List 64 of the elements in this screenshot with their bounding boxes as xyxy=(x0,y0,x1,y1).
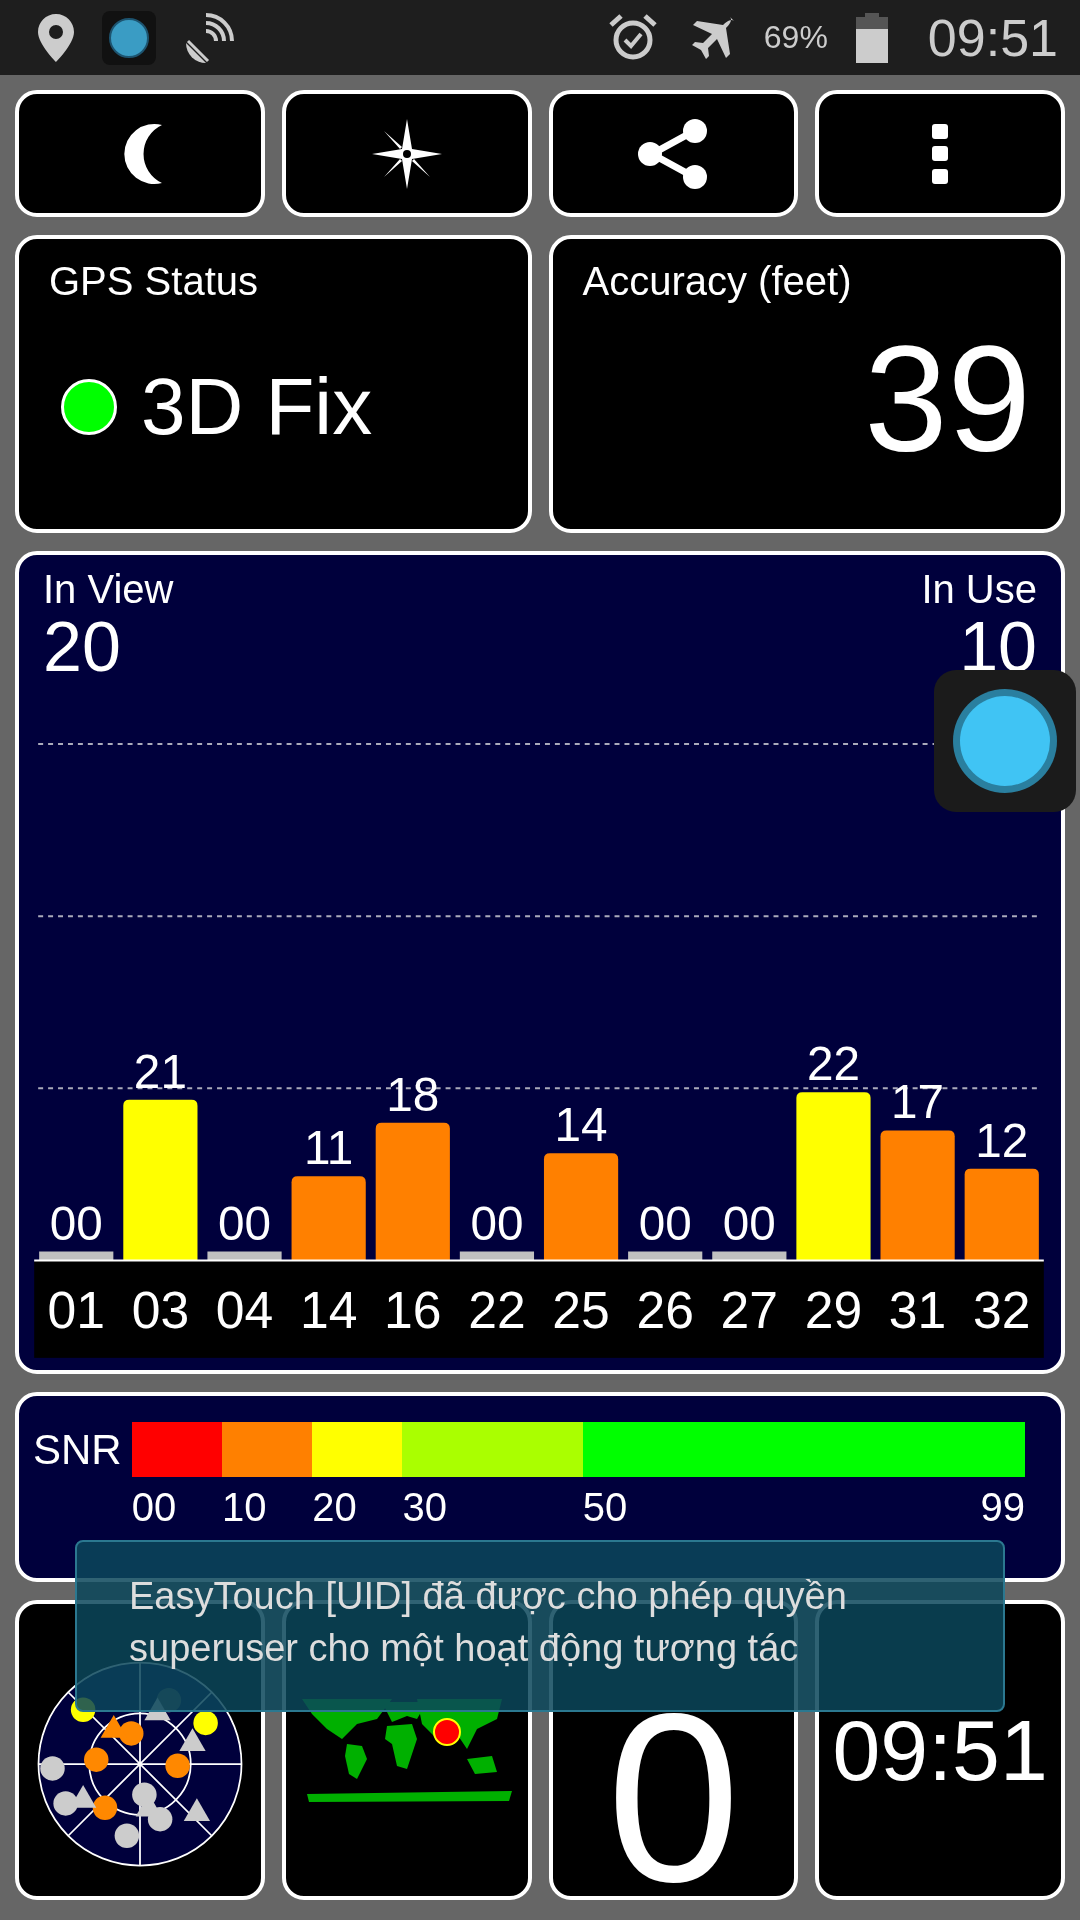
satellite-id-label: 04 xyxy=(215,1281,274,1340)
satellite-dot xyxy=(92,1795,118,1820)
satellite-id-label: 29 xyxy=(804,1281,863,1340)
satellite-id-label: 26 xyxy=(636,1281,694,1340)
satellite-dot xyxy=(193,1710,218,1736)
bar-value-label: 00 xyxy=(218,1196,272,1250)
satellite-dot xyxy=(114,1823,139,1848)
tile-value: 0 xyxy=(606,1708,741,1888)
battery-icon xyxy=(855,12,888,63)
satellite-id-label: 31 xyxy=(888,1281,947,1340)
snr-tick-label: 00 xyxy=(131,1485,177,1530)
satellite-dish-icon xyxy=(184,12,234,63)
in-view-label: In View xyxy=(43,567,174,612)
snr-tick-label: 50 xyxy=(582,1485,628,1530)
compass-button[interactable] xyxy=(281,90,532,217)
clock-time: 09:51 xyxy=(832,1700,1048,1800)
bar-value-label: 00 xyxy=(49,1196,103,1250)
menu-icon xyxy=(932,123,949,184)
bar-value-label: 00 xyxy=(470,1196,524,1250)
share-button[interactable] xyxy=(548,90,799,217)
in-use-label: In Use xyxy=(921,567,1037,612)
clock-time: 09:51 xyxy=(927,7,1058,68)
card-title: Accuracy (feet) xyxy=(582,259,853,304)
battery-percentage: 69% xyxy=(763,19,828,56)
snr-tick-label: 30 xyxy=(402,1485,447,1530)
bar-value-label: 22 xyxy=(806,1037,860,1091)
bar-value-label: 21 xyxy=(133,1045,187,1098)
location-pin-icon xyxy=(38,13,74,62)
bar-value-label: 17 xyxy=(891,1075,945,1129)
snr-tick-label: 20 xyxy=(312,1485,357,1530)
floating-assistive-button[interactable] xyxy=(934,670,1076,812)
satellite-id-label: 25 xyxy=(552,1281,610,1340)
satellite-triangle xyxy=(179,1728,206,1751)
satellite-dot xyxy=(83,1747,109,1772)
app-icon xyxy=(102,10,156,65)
satellite-dot xyxy=(165,1753,190,1778)
snr-tick-label: 99 xyxy=(980,1485,1025,1530)
satellite-dot xyxy=(53,1791,78,1816)
fix-status: 3D Fix xyxy=(141,360,373,453)
satellite-triangle xyxy=(183,1798,210,1821)
card-title: GPS Status xyxy=(49,259,259,304)
satellite-id-label: 16 xyxy=(384,1281,442,1340)
snr-tick-label: 10 xyxy=(221,1485,267,1530)
in-view-count: 20 xyxy=(43,612,122,682)
satellite-id-label: 14 xyxy=(299,1281,358,1340)
bar-value-label: 12 xyxy=(975,1113,1029,1167)
night-mode-button[interactable] xyxy=(15,90,265,217)
accuracy-value: 39 xyxy=(863,314,1031,485)
bar-value-label: 00 xyxy=(638,1196,692,1250)
share-icon xyxy=(638,118,709,189)
more-options-button[interactable] xyxy=(815,90,1065,217)
satellite-dot xyxy=(40,1756,65,1781)
bar-value-label: 11 xyxy=(303,1121,354,1175)
satellite-id-label: 32 xyxy=(973,1281,1031,1340)
snr-label: SNR xyxy=(33,1425,122,1475)
satellite-id-label: 01 xyxy=(47,1281,105,1340)
satellite-id-label: 27 xyxy=(720,1281,779,1340)
in-use-count: 10 xyxy=(959,612,1037,682)
toast-message: EasyTouch [UID] đã được cho phép quyền superuser cho một hoạt động tương tác xyxy=(129,1574,848,1671)
bar-value-label: 00 xyxy=(722,1196,776,1250)
bar-value-label: 18 xyxy=(386,1067,440,1121)
satellite-id-label: 03 xyxy=(131,1281,190,1340)
satellite-id-label: 22 xyxy=(468,1281,526,1340)
bar-value-label: 14 xyxy=(554,1098,608,1152)
